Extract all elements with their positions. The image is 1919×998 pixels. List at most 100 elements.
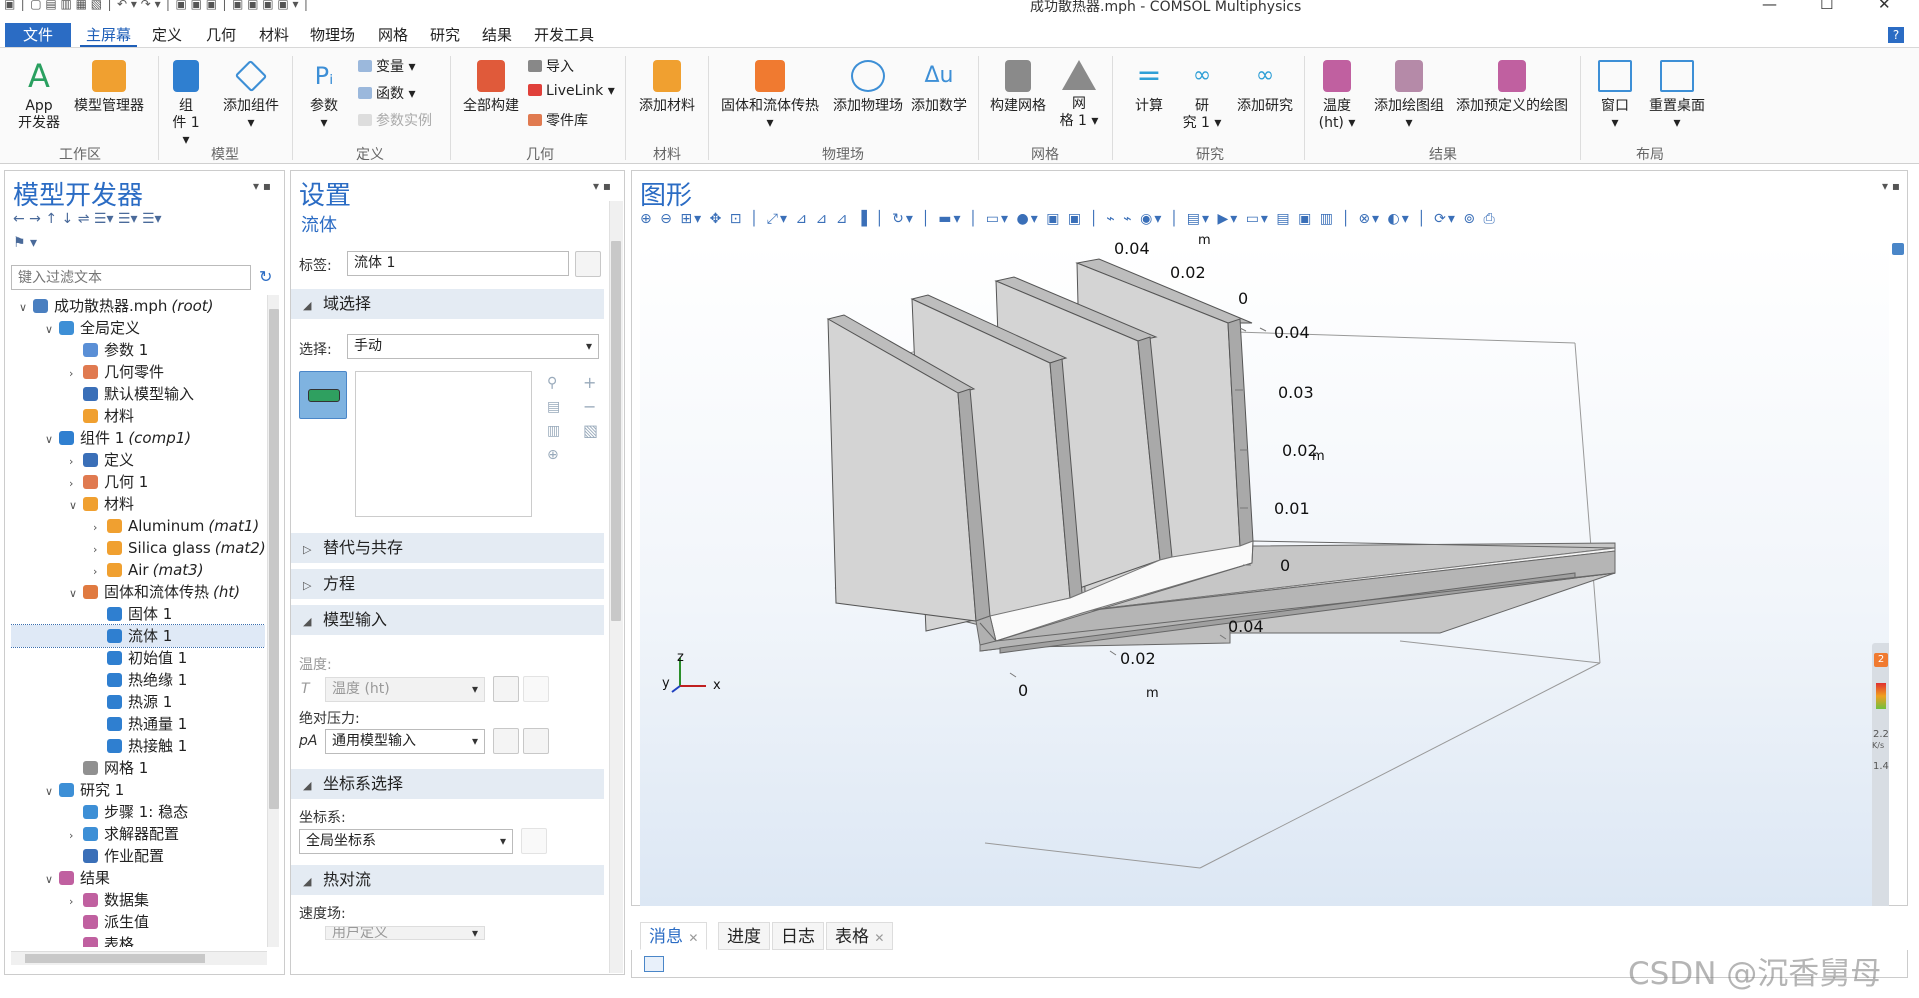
tab-progress[interactable]: 进度 <box>718 922 770 950</box>
compute-button[interactable]: = 计算 <box>1124 60 1174 115</box>
add-study-button[interactable]: ∞ 添加研究 <box>1232 60 1298 115</box>
tree-node[interactable]: 热源 1 <box>11 691 265 713</box>
selection-tools[interactable]: ⚲ ▤ ▥ ⊕ <box>547 371 560 467</box>
tree-node[interactable]: › 求解器配置 <box>11 823 265 845</box>
study-button[interactable]: ∞ 研究 1 ▾ <box>1180 60 1224 132</box>
pressure-dropdown[interactable]: 通用模型输入 <box>325 729 485 754</box>
pressure-goto-icon[interactable] <box>493 728 519 754</box>
tab-home[interactable]: 主屏幕 <box>80 23 138 47</box>
expand-arrow-icon[interactable]: › <box>93 561 107 583</box>
add-math-button[interactable]: Δu 添加数学 <box>906 60 972 115</box>
expand-arrow-icon[interactable]: › <box>69 451 83 473</box>
parameters-button[interactable]: Pᵢ 参数 ▾ <box>306 60 342 132</box>
expand-arrow-icon[interactable]: › <box>69 825 83 847</box>
tree-node[interactable]: 固体 1 <box>11 603 265 625</box>
selection-dropdown[interactable]: 手动 <box>347 334 599 359</box>
tab-results[interactable]: 结果 <box>476 23 518 47</box>
tree-hscrollbar[interactable] <box>11 951 267 965</box>
settings-scroll-thumb[interactable] <box>611 241 621 621</box>
tab-definitions[interactable]: 定义 <box>146 23 188 47</box>
tree-node[interactable]: ∨ 材料 <box>11 493 265 515</box>
temperature-goto-icon[interactable] <box>493 676 519 702</box>
temperature-plot-button[interactable]: 温度 (ht) ▾ <box>1312 60 1362 132</box>
tab-developer[interactable]: 开发工具 <box>528 23 600 47</box>
tab-physics[interactable]: 物理场 <box>304 23 361 47</box>
heat-transfer-button[interactable]: 固体和流体传热 ▾ <box>714 60 826 132</box>
tree-node[interactable]: 参数 1 <box>11 339 265 361</box>
graphics-toolbar[interactable]: ⊕ ⊖ ⊞▾ ✥ ⊡ │ ⤢▾ ⊿ ⊿ ⊿ ▐ │ ↻▾ │ ▬▾ │ ▭▾ ●… <box>640 211 1497 227</box>
expand-arrow-icon[interactable]: ∨ <box>69 495 83 517</box>
expand-arrow-icon[interactable]: ∨ <box>45 781 59 803</box>
panel-menu-icon[interactable]: ▾ ▪ <box>253 179 271 193</box>
model-manager-button[interactable]: 模型管理器 <box>68 60 150 115</box>
tree-node[interactable]: › Silica glass (mat2) <box>11 537 265 559</box>
app-builder-button[interactable]: A App 开发器 <box>14 60 64 132</box>
component-button[interactable]: 组件 1 ▾ <box>168 60 204 149</box>
tree-node[interactable]: › 定义 <box>11 449 265 471</box>
tree-hscroll-thumb[interactable] <box>25 954 205 963</box>
clear-messages-icon[interactable] <box>644 956 664 972</box>
section-heat-convection[interactable]: ◢ 热对流 <box>291 865 604 895</box>
view-settings-icon[interactable] <box>1892 243 1904 255</box>
reset-desktop-button[interactable]: 重置桌面 ▾ <box>1644 60 1710 132</box>
tree-node[interactable]: › 几何 1 <box>11 471 265 493</box>
tree-node[interactable]: 热绝缘 1 <box>11 669 265 691</box>
quick-access-toolbar[interactable]: ▣ │ ▢ ▤ ▥ ▦ ▧ │ ↶ ▾ ↷ ▾ │ ▣ ▣ ▣ │ ▣ ▣ ▣ … <box>4 0 310 11</box>
selection-list[interactable] <box>355 371 532 517</box>
tab-geometry[interactable]: 几何 <box>200 23 242 47</box>
part-libraries-button[interactable]: 零件库 <box>528 110 588 130</box>
tree-node[interactable]: 热接触 1 <box>11 735 265 757</box>
edit-label-icon[interactable] <box>575 251 601 277</box>
predefined-plot-button[interactable]: 添加预定义的绘图 <box>1450 60 1574 115</box>
panel-menu-icon[interactable]: ▾ ▪ <box>593 179 611 193</box>
label-field[interactable]: 流体 1 <box>347 251 569 276</box>
expand-arrow-icon[interactable]: ∨ <box>45 429 59 451</box>
tree-node[interactable]: ∨ 组件 1 (comp1) <box>11 427 265 449</box>
tree-node[interactable]: ∨ 成功散热器.mph (root) <box>11 295 265 317</box>
tab-file[interactable]: 文件 <box>5 23 71 47</box>
tab-study[interactable]: 研究 <box>424 23 466 47</box>
minimize-button[interactable]: — <box>1762 0 1777 13</box>
add-physics-button[interactable]: 添加物理场 <box>826 60 910 115</box>
tree-node[interactable]: 作业配置 <box>11 845 265 867</box>
heatsink-model[interactable] <box>640 243 1889 906</box>
expand-arrow-icon[interactable]: › <box>69 363 83 385</box>
section-equation[interactable]: ▷ 方程 <box>291 569 604 599</box>
expand-arrow-icon[interactable]: › <box>93 539 107 561</box>
tree-node[interactable]: 表格 <box>11 933 265 947</box>
tree-toolbar[interactable]: ← → ↑ ↓ ⇌ ☰▾ ☰▾ ☰▾ <box>13 211 162 227</box>
expand-arrow-icon[interactable]: › <box>69 891 83 913</box>
expand-arrow-icon[interactable]: › <box>69 473 83 495</box>
help-button[interactable]: ? <box>1888 27 1904 43</box>
expand-arrow-icon[interactable]: ∨ <box>69 583 83 605</box>
refresh-icon[interactable]: ↻ <box>259 267 272 286</box>
mesh-button[interactable]: 网格 1 ▾ <box>1058 60 1100 130</box>
build-mesh-button[interactable]: 构建网格 <box>984 60 1052 115</box>
settings-scrollbar[interactable] <box>609 201 623 973</box>
tab-mesh[interactable]: 网格 <box>372 23 414 47</box>
tab-table[interactable]: 表格 ✕ <box>826 922 894 950</box>
maximize-button[interactable]: ☐ <box>1820 0 1833 13</box>
tree-node[interactable]: 派生值 <box>11 911 265 933</box>
tree-node[interactable]: 材料 <box>11 405 265 427</box>
tab-messages[interactable]: 消息 ✕ <box>640 922 708 950</box>
livelink-button[interactable]: LiveLink ▾ <box>528 83 615 99</box>
section-model-inputs[interactable]: ◢ 模型输入 <box>291 605 604 635</box>
tree-node[interactable]: 步骤 1: 稳态 <box>11 801 265 823</box>
tree-scroll-thumb[interactable] <box>269 309 279 809</box>
windows-button[interactable]: 窗口 ▾ <box>1590 60 1640 132</box>
expand-arrow-icon[interactable]: ∨ <box>19 297 33 319</box>
tree-node[interactable]: › 几何零件 <box>11 361 265 383</box>
add-material-button[interactable]: 添加材料 <box>632 60 702 115</box>
tree-node[interactable]: 热通量 1 <box>11 713 265 735</box>
tab-log[interactable]: 日志 <box>772 922 824 950</box>
tree-scrollbar[interactable] <box>267 295 279 947</box>
tree-node[interactable]: ∨ 固体和流体传热 (ht) <box>11 581 265 603</box>
tab-materials[interactable]: 材料 <box>253 23 295 47</box>
tree-node[interactable]: 流体 1 <box>11 624 265 648</box>
tree-options-button[interactable]: ⚑ ▾ <box>13 235 37 251</box>
tree-node[interactable]: ∨ 结果 <box>11 867 265 889</box>
expand-arrow-icon[interactable]: ∨ <box>45 869 59 891</box>
close-icon[interactable]: ✕ <box>688 931 698 945</box>
add-plot-group-button[interactable]: 添加绘图组 ▾ <box>1368 60 1450 132</box>
